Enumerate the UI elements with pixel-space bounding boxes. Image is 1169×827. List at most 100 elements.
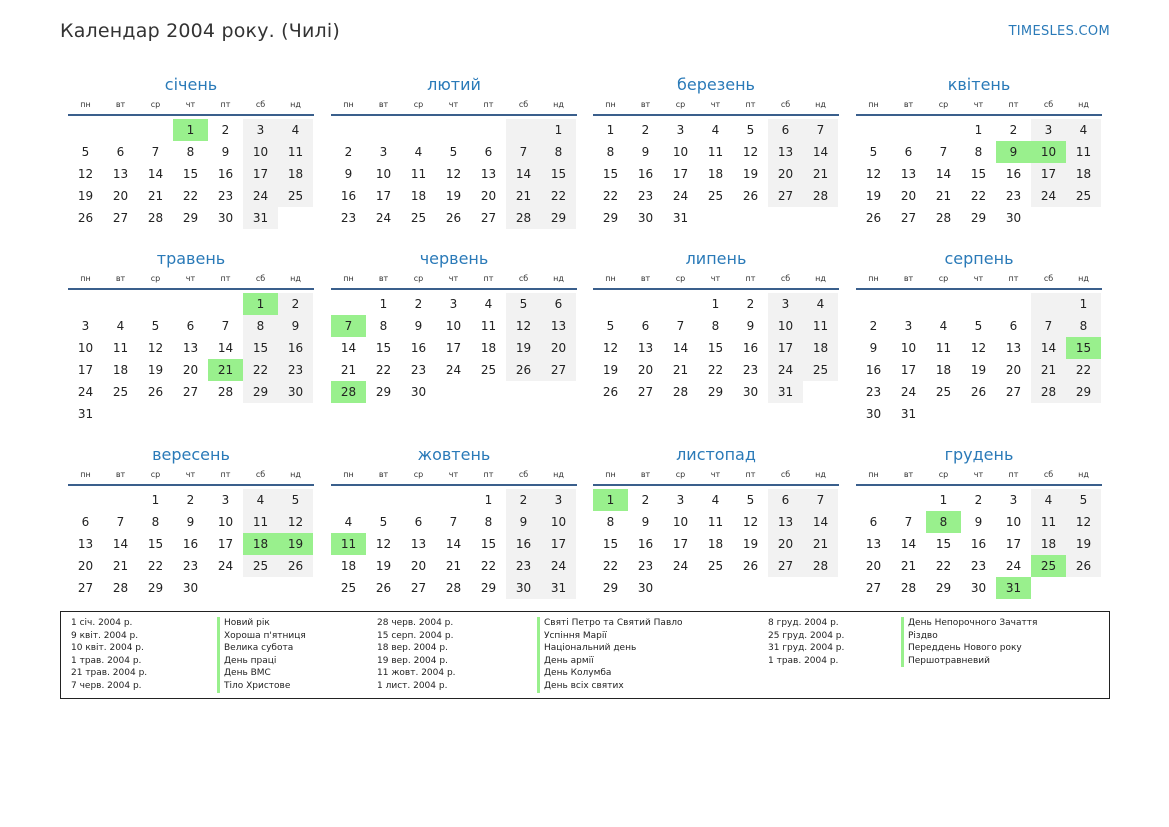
day-cell: 7	[1031, 315, 1066, 337]
empty-day-cell	[138, 403, 173, 425]
day-cell: 18	[278, 163, 313, 185]
day-cell: 11	[707, 515, 724, 529]
day-cell: 13	[768, 511, 803, 533]
month-name: липень	[685, 249, 747, 268]
day-cell: 11	[410, 167, 427, 181]
weekday-header: пн вт ср чт пт сб нд	[856, 98, 1102, 112]
day-cell: 28	[506, 207, 541, 229]
holiday-name: Першотравневий	[901, 654, 990, 668]
day-cell: 9	[641, 515, 650, 529]
weekday-label: вт	[378, 470, 389, 479]
day-cell: 26	[506, 359, 541, 381]
weekday-label: пн	[80, 100, 91, 109]
day-cell: 16	[1005, 167, 1022, 181]
day-cell: 14	[900, 537, 917, 551]
weekday-label: нд	[815, 100, 826, 109]
weekday-label: сб	[518, 100, 529, 109]
holiday-day-cell: 19	[278, 533, 313, 555]
weekday-header: пн вт ср чт пт сб нд	[68, 272, 314, 286]
day-cell: 7	[506, 141, 541, 163]
week-row: 11 12 13 14 15 16 17	[331, 533, 576, 555]
empty-day-cell	[961, 403, 996, 425]
day-cell: 11	[803, 315, 838, 337]
weekday-label: пн	[343, 274, 354, 283]
month-name: березень	[677, 75, 755, 94]
week-row: 22 23 24 25 26 27 28	[593, 555, 838, 577]
weekday-label: нд	[815, 470, 826, 479]
day-cell: 10	[445, 319, 462, 333]
weekday-label: чт	[448, 274, 459, 283]
week-row: 5 6 7 8 9 10 11	[593, 315, 838, 337]
day-cell: 12	[506, 315, 541, 337]
day-cell: 13	[77, 537, 94, 551]
week-row: 13 14 15 16 17 18 19	[856, 533, 1101, 555]
day-cell: 15	[375, 341, 392, 355]
weekday-label: нд	[290, 100, 301, 109]
weekday-label: вт	[115, 470, 126, 479]
month-name: травень	[156, 249, 226, 268]
day-cell: 15	[541, 163, 576, 185]
day-cell: 4	[484, 297, 493, 311]
week-row: 14 15 16 17 18 19 20	[331, 337, 576, 359]
day-cell: 20	[480, 189, 497, 203]
day-cell: 16	[506, 533, 541, 555]
day-cell: 6	[414, 515, 423, 529]
day-cell: 29	[1066, 381, 1101, 403]
empty-day-cell	[68, 119, 103, 141]
week-row: 15 16 17 18 19 20 21	[593, 533, 838, 555]
day-cell: 7	[803, 119, 838, 141]
day-cell: 8	[541, 141, 576, 163]
day-cell: 8	[151, 515, 160, 529]
day-cell: 25	[243, 555, 278, 577]
day-cell: 1	[606, 123, 615, 137]
day-cell: 20	[410, 559, 427, 573]
empty-day-cell	[103, 119, 138, 141]
day-cell: 23	[1005, 189, 1022, 203]
weekday-label: нд	[1078, 470, 1089, 479]
day-cell: 2	[746, 297, 755, 311]
holiday-name: Різдво	[901, 629, 938, 643]
empty-day-cell	[856, 489, 891, 511]
day-cell: 9	[278, 315, 313, 337]
day-cell: 30	[637, 581, 654, 595]
day-cell: 9	[221, 145, 230, 159]
week-row: 5 6 7 8 9 10 11	[856, 141, 1101, 163]
month-name: лютий	[427, 75, 481, 94]
empty-day-cell	[331, 119, 366, 141]
day-cell: 3	[904, 319, 913, 333]
empty-day-cell	[436, 489, 471, 511]
day-cell: 12	[77, 167, 94, 181]
day-cell: 11	[707, 145, 724, 159]
week-row: 10 11 12 13 14 15 16	[68, 337, 313, 359]
weekday-label: чт	[710, 100, 721, 109]
week-row: 26 27 28 29 30	[856, 207, 1101, 229]
empty-day-cell	[103, 489, 138, 511]
month-7: липень пн вт ср чт пт сб нд 1 2 3 4 5 6 7 8 9 10 11 12 13 14 1…	[593, 248, 839, 403]
holiday-name: Новий рік	[217, 617, 270, 630]
day-cell: 5	[974, 319, 983, 333]
day-cell: 27	[480, 211, 497, 225]
day-cell: 24	[672, 189, 689, 203]
weekday-label: нд	[290, 274, 301, 283]
day-cell: 16	[217, 167, 234, 181]
day-cell: 5	[746, 493, 755, 507]
day-cell: 20	[77, 559, 94, 573]
day-cell: 19	[865, 189, 882, 203]
day-cell: 3	[768, 293, 803, 315]
day-cell: 22	[182, 189, 199, 203]
day-cell: 10	[672, 515, 689, 529]
day-cell: 30	[182, 581, 199, 595]
day-cell: 17	[672, 537, 689, 551]
week-row: 20 21 22 23 24 25 26	[856, 555, 1101, 577]
empty-day-cell	[506, 119, 541, 141]
month-6: червень пн вт ср чт пт сб нд 1 2 3 4 5 6 7 8 9 10 11 12 13 14…	[331, 248, 577, 403]
day-cell: 9	[869, 341, 878, 355]
site-link[interactable]: TIMESLES.COM	[1009, 24, 1110, 39]
holiday-name: Велика субота	[217, 642, 293, 655]
month-name: листопад	[676, 445, 756, 464]
weekday-label: сб	[518, 274, 529, 283]
day-cell: 20	[865, 559, 882, 573]
day-cell: 24	[1031, 185, 1066, 207]
weekday-label: ср	[938, 274, 949, 283]
empty-day-cell	[471, 381, 506, 403]
